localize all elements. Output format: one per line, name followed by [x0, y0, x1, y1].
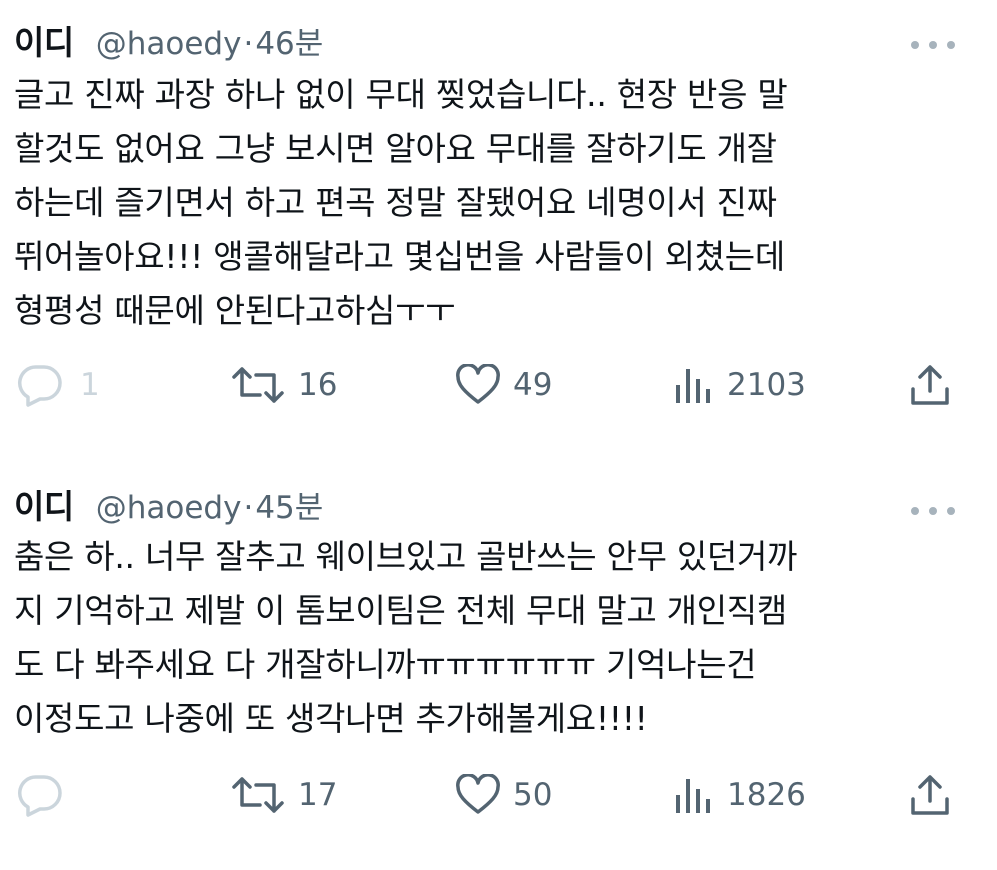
more-icon[interactable]	[911, 40, 955, 50]
tweet-timestamp[interactable]: 45분	[255, 482, 323, 527]
reply-icon	[16, 363, 64, 407]
like-count: 49	[513, 367, 553, 403]
heart-icon	[455, 364, 501, 406]
views-count: 2103	[727, 367, 806, 403]
views-icon	[673, 775, 715, 815]
share-button[interactable]	[908, 360, 952, 410]
retweet-icon	[230, 775, 286, 815]
reply-button[interactable]: 1	[16, 360, 100, 410]
like-button[interactable]: 50	[455, 770, 552, 820]
retweet-button[interactable]: 16	[230, 360, 337, 410]
tweet-text: 춤은 하.. 너무 잘추고 웨이브있고 골반쓰는 안무 있던거까 지 기억하고 …	[14, 537, 798, 738]
tweet-text: 글고 진짜 과장 하나 없이 무대 찢었습니다.. 현장 반응 말 할것도 없어…	[14, 75, 788, 330]
tweet-actions: 1 16 49 2103	[0, 360, 997, 410]
views-button[interactable]: 2103	[673, 360, 806, 410]
share-icon	[908, 773, 952, 817]
tweet-1[interactable]: 이디 @haoedy · 46분 글고 진짜 과장 하나 없이 무대 찢었습니다…	[0, 0, 997, 470]
heart-icon	[455, 774, 501, 816]
tweet-actions: 17 50 1826	[0, 770, 997, 820]
tweet-header: 이디 @haoedy · 45분	[14, 480, 323, 528]
reply-count: 1	[80, 367, 100, 403]
separator-dot: ·	[243, 26, 254, 62]
reply-icon	[16, 773, 64, 817]
author-name[interactable]: 이디	[14, 16, 74, 64]
more-icon[interactable]	[911, 506, 955, 516]
like-button[interactable]: 49	[455, 360, 552, 410]
reply-button[interactable]	[16, 770, 80, 820]
views-button[interactable]: 1826	[673, 770, 806, 820]
retweet-count: 16	[298, 367, 338, 403]
separator-dot: ·	[243, 490, 254, 526]
tweet-2[interactable]: 이디 @haoedy · 45분 춤은 하.. 너무 잘추고 웨이브있고 골반쓰…	[0, 470, 997, 870]
author-handle[interactable]: @haoedy	[96, 490, 242, 526]
retweet-count: 17	[298, 777, 338, 813]
like-count: 50	[513, 777, 553, 813]
author-handle[interactable]: @haoedy	[96, 26, 242, 62]
views-count: 1826	[727, 777, 806, 813]
share-icon	[908, 363, 952, 407]
retweet-button[interactable]: 17	[230, 770, 337, 820]
tweet-timestamp[interactable]: 46분	[255, 18, 323, 63]
tweet-header: 이디 @haoedy · 46분	[14, 16, 323, 64]
views-icon	[673, 365, 715, 405]
author-name[interactable]: 이디	[14, 480, 74, 528]
share-button[interactable]	[908, 770, 952, 820]
retweet-icon	[230, 365, 286, 405]
